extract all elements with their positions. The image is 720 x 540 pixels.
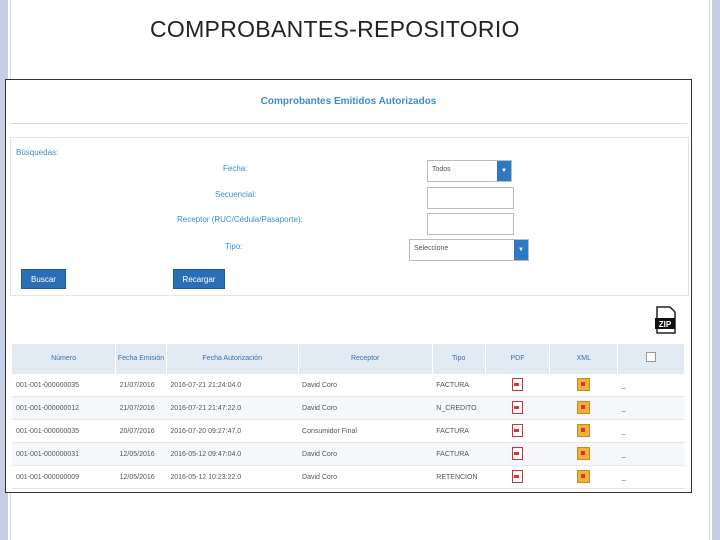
cell-fecha-emision: 21/07/2016 <box>115 396 167 420</box>
col-select-all <box>617 344 685 374</box>
receptor-label: Receptor (RUC/Cédula/Pasaporte): <box>177 215 303 224</box>
xml-icon[interactable] <box>577 446 591 460</box>
chevron-down-icon: ▼ <box>497 161 511 181</box>
fecha-label: Fecha: <box>223 164 248 173</box>
table-row[interactable]: 001-001-000000031 12/05/2016 2016-05-12 … <box>12 442 685 466</box>
xml-icon[interactable] <box>577 469 591 483</box>
pdf-icon[interactable] <box>512 446 524 460</box>
table-row[interactable]: 001-001-000000035 20/07/2016 2016-07-20 … <box>12 419 685 443</box>
cell-numero: 001-001-000000035 <box>12 419 116 443</box>
row-checkbox[interactable]: _ <box>622 428 626 435</box>
zip-download-icon[interactable]: ZIP <box>654 306 678 334</box>
cell-receptor: David Coro <box>298 396 433 420</box>
cell-numero: 001-001-000000009 <box>12 465 116 489</box>
row-checkbox[interactable]: _ <box>622 382 626 389</box>
table-row[interactable]: 001-001-000000035 21/07/2016 2016-07-21 … <box>12 374 685 397</box>
table-row[interactable]: 001-001-000000012 21/07/2016 2016-07-21 … <box>12 396 685 420</box>
cell-fecha-autorizacion: 2016-07-21 21:47:22.0 <box>166 396 299 420</box>
xml-icon[interactable] <box>577 377 591 391</box>
chevron-down-icon: ▼ <box>514 240 528 260</box>
search-section-label: Búsquedas: <box>16 148 59 157</box>
cell-select: _ <box>617 374 685 397</box>
cell-select: _ <box>617 396 685 420</box>
cell-fecha-emision: 21/07/2016 <box>115 374 167 397</box>
pdf-icon[interactable] <box>512 469 524 483</box>
select-all-checkbox[interactable] <box>646 352 657 362</box>
cell-pdf <box>485 442 550 466</box>
table-row[interactable]: 001-001-000000009 12/05/2016 2016-05-12 … <box>12 465 685 489</box>
cell-select: _ <box>617 442 685 466</box>
buscar-button[interactable]: Buscar <box>21 269 66 289</box>
right-decorative-line <box>709 0 710 540</box>
cell-receptor: Consumidor Final <box>298 419 433 443</box>
title-divider <box>10 123 687 124</box>
cell-fecha-autorizacion: 2016-05-12 09:47:04.0 <box>166 442 299 466</box>
col-pdf: PDF <box>485 344 551 374</box>
col-numero[interactable]: Número <box>12 344 117 374</box>
cell-xml <box>549 442 618 466</box>
col-tipo[interactable]: Tipo <box>432 344 486 374</box>
cell-receptor: David Coro <box>298 374 433 397</box>
slide-title: COMPROBANTES-REPOSITORIO <box>150 16 520 42</box>
cell-xml <box>549 374 618 397</box>
cell-numero: 001-001-000000035 <box>12 374 116 397</box>
xml-icon[interactable] <box>577 400 591 414</box>
receptor-input[interactable] <box>427 213 514 235</box>
cell-fecha-autorizacion: 2016-07-21 21:24:04.0 <box>166 374 299 397</box>
cell-fecha-autorizacion: 2016-07-20 09:27:47.0 <box>166 419 299 443</box>
fecha-select[interactable]: Todos ▼ <box>427 160 512 182</box>
search-panel: Búsquedas: Fecha: Todos ▼ Secuencial: Re… <box>10 137 689 296</box>
row-checkbox[interactable]: _ <box>622 474 626 481</box>
cell-xml <box>549 396 618 420</box>
row-checkbox[interactable]: _ <box>622 451 626 458</box>
cell-xml <box>549 465 618 489</box>
row-checkbox[interactable]: _ <box>622 405 626 412</box>
cell-tipo: N_CREDITO <box>432 396 486 420</box>
tipo-select[interactable]: Seleccione ▼ <box>409 239 529 261</box>
right-decorative-bar <box>712 0 720 540</box>
col-fecha-emision[interactable]: Fecha Emisión <box>115 344 167 374</box>
pdf-icon[interactable] <box>512 400 524 414</box>
cell-select: _ <box>617 419 685 443</box>
cell-tipo: FACTURA <box>432 374 486 397</box>
cell-tipo: FACTURA <box>432 442 486 466</box>
cell-pdf <box>485 396 550 420</box>
cell-pdf <box>485 419 550 443</box>
cell-select: _ <box>617 465 685 489</box>
cell-tipo: RETENCION <box>432 465 486 489</box>
secuencial-label: Secuencial: <box>215 190 257 199</box>
pdf-icon[interactable] <box>512 423 524 437</box>
secuencial-input[interactable] <box>427 187 514 209</box>
fecha-select-value: Todos <box>432 166 451 173</box>
cell-numero: 001-001-000000031 <box>12 442 116 466</box>
col-fecha-autorizacion[interactable]: Fecha Autorización <box>166 344 299 374</box>
zip-icon-text: ZIP <box>659 320 672 329</box>
col-xml: XML <box>549 344 619 374</box>
cell-numero: 001-001-000000012 <box>12 396 116 420</box>
table-header-row: Número Fecha Emisión Fecha Autorización … <box>12 344 685 374</box>
tipo-label: Tipo: <box>225 242 243 251</box>
tipo-select-value: Seleccione <box>414 245 449 252</box>
cell-tipo: FACTURA <box>432 419 486 443</box>
cell-fecha-autorizacion: 2016-05-12 10:23:22.0 <box>166 465 299 489</box>
cell-fecha-emision: 12/05/2016 <box>115 442 167 466</box>
recargar-button[interactable]: Recargar <box>173 269 225 289</box>
cell-fecha-emision: 20/07/2016 <box>115 419 167 443</box>
pdf-icon[interactable] <box>512 377 524 391</box>
xml-icon[interactable] <box>577 423 591 437</box>
cell-receptor: David Coro <box>298 442 433 466</box>
app-screenshot: Comprobantes Emitidos Autorizados Búsque… <box>5 79 692 493</box>
page-title: Comprobantes Emitidos Autorizados <box>260 96 437 107</box>
cell-receptor: David Coro <box>298 465 433 489</box>
cell-fecha-emision: 12/05/2016 <box>115 465 167 489</box>
comprobantes-table: Número Fecha Emisión Fecha Autorización … <box>12 344 685 489</box>
col-receptor[interactable]: Receptor <box>298 344 433 374</box>
cell-pdf <box>485 374 550 397</box>
cell-pdf <box>485 465 550 489</box>
cell-xml <box>549 419 618 443</box>
